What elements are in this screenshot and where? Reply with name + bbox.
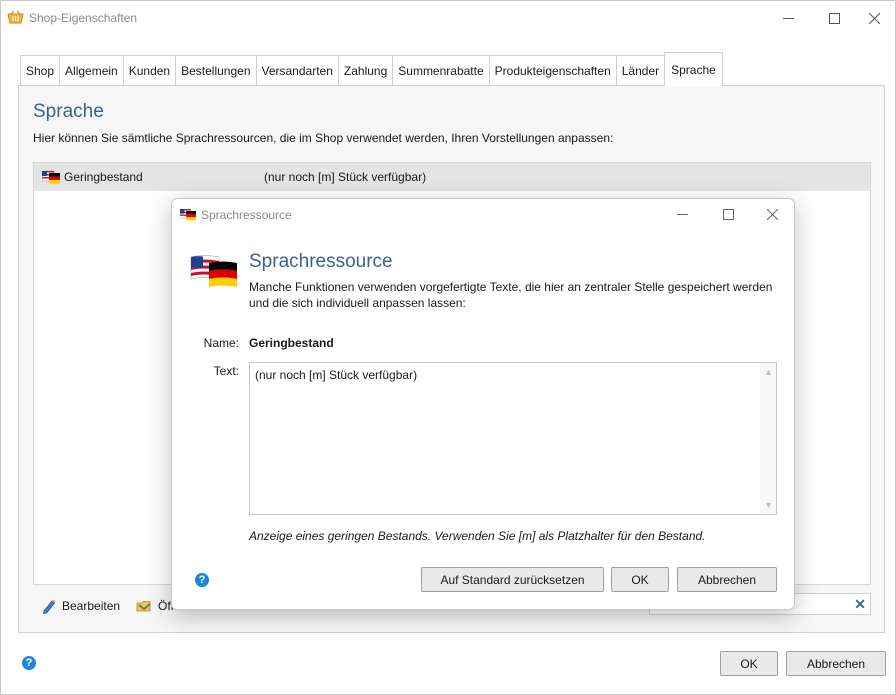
dialog-minimize-button[interactable] <box>659 199 705 229</box>
flag-us-de-icon <box>180 208 196 221</box>
flag-us-de-icon <box>42 170 60 184</box>
close-button[interactable] <box>851 1 896 35</box>
row-name: Geringbestand <box>64 170 143 184</box>
dialog-help-icon[interactable]: ? <box>195 573 209 587</box>
sprachressource-dialog: Sprachressource Sprachressource Manche F… <box>171 198 795 610</box>
clear-filter-icon[interactable]: ✕ <box>854 597 866 611</box>
shopping-basket-icon <box>7 10 24 24</box>
text-field[interactable]: (nur noch [m] Stück verfügbar) ▲ ▼ <box>249 362 777 515</box>
tab-strip: Shop Allgemein Kunden Bestellungen Versa… <box>20 52 723 87</box>
text-field-value: (nur noch [m] Stück verfügbar) <box>255 368 418 382</box>
tab-allgemein[interactable]: Allgemein <box>59 55 123 87</box>
dialog-description: Manche Funktionen verwenden vorgefertigt… <box>249 280 773 310</box>
flag-us-de-large-icon <box>190 255 237 287</box>
tab-versandarten[interactable]: Versandarten <box>255 55 338 87</box>
dialog-ok-button[interactable]: OK <box>611 567 669 592</box>
help-icon[interactable]: ? <box>22 656 36 670</box>
scroll-down-icon[interactable]: ▼ <box>764 500 773 510</box>
ok-button[interactable]: OK <box>720 651 778 676</box>
tab-shop[interactable]: Shop <box>20 55 60 87</box>
vertical-scrollbar[interactable]: ▲ ▼ <box>760 363 776 514</box>
cancel-button[interactable]: Abbrechen <box>786 651 886 676</box>
edit-button[interactable]: Bearbeiten <box>41 598 120 614</box>
reset-default-button[interactable]: Auf Standard zurücksetzen <box>421 567 604 592</box>
close-icon <box>868 12 880 24</box>
close-icon <box>766 208 778 220</box>
open-folder-icon <box>136 601 151 612</box>
dialog-cancel-button[interactable]: Abbrechen <box>677 567 777 592</box>
minimize-icon <box>782 17 794 19</box>
dialog-close-button[interactable] <box>749 199 795 229</box>
minimize-icon <box>676 213 688 215</box>
pencil-icon <box>42 599 56 614</box>
tab-produkteigenschaften[interactable]: Produkteigenschaften <box>488 55 616 87</box>
scroll-up-icon[interactable]: ▲ <box>764 367 773 377</box>
hint-text: Anzeige eines geringen Bestands. Verwend… <box>249 529 706 543</box>
open-button[interactable]: Öff <box>136 598 174 614</box>
dialog-title-bar: Sprachressource <box>172 199 794 229</box>
edit-label: Bearbeiten <box>62 599 121 613</box>
title-bar: Shop-Eigenschaften <box>1 1 895 35</box>
dialog-heading: Sprachressource <box>249 251 393 272</box>
name-label: Name: <box>203 336 239 350</box>
page-description: Hier können Sie sämtliche Sprachressourc… <box>33 131 614 145</box>
list-item[interactable]: Geringbestand (nur noch [m] Stück verfüg… <box>34 163 870 191</box>
name-value: Geringbestand <box>249 336 334 350</box>
text-label: Text: <box>213 364 239 378</box>
tab-bestellungen[interactable]: Bestellungen <box>175 55 256 87</box>
tab-kunden[interactable]: Kunden <box>122 55 176 87</box>
tab-zahlung[interactable]: Zahlung <box>337 55 393 87</box>
maximize-icon <box>722 208 734 220</box>
window-title: Shop-Eigenschaften <box>29 11 138 25</box>
tab-sprache[interactable]: Sprache <box>664 52 723 86</box>
tab-summenrabatte[interactable]: Summenrabatte <box>392 55 489 87</box>
row-value: (nur noch [m] Stück verfügbar) <box>264 170 427 184</box>
tab-laender[interactable]: Länder <box>615 55 665 87</box>
minimize-button[interactable] <box>765 1 811 35</box>
maximize-icon <box>828 12 840 24</box>
dialog-maximize-button[interactable] <box>705 199 751 229</box>
dialog-title: Sprachressource <box>201 208 292 222</box>
page-heading: Sprache <box>33 101 104 122</box>
